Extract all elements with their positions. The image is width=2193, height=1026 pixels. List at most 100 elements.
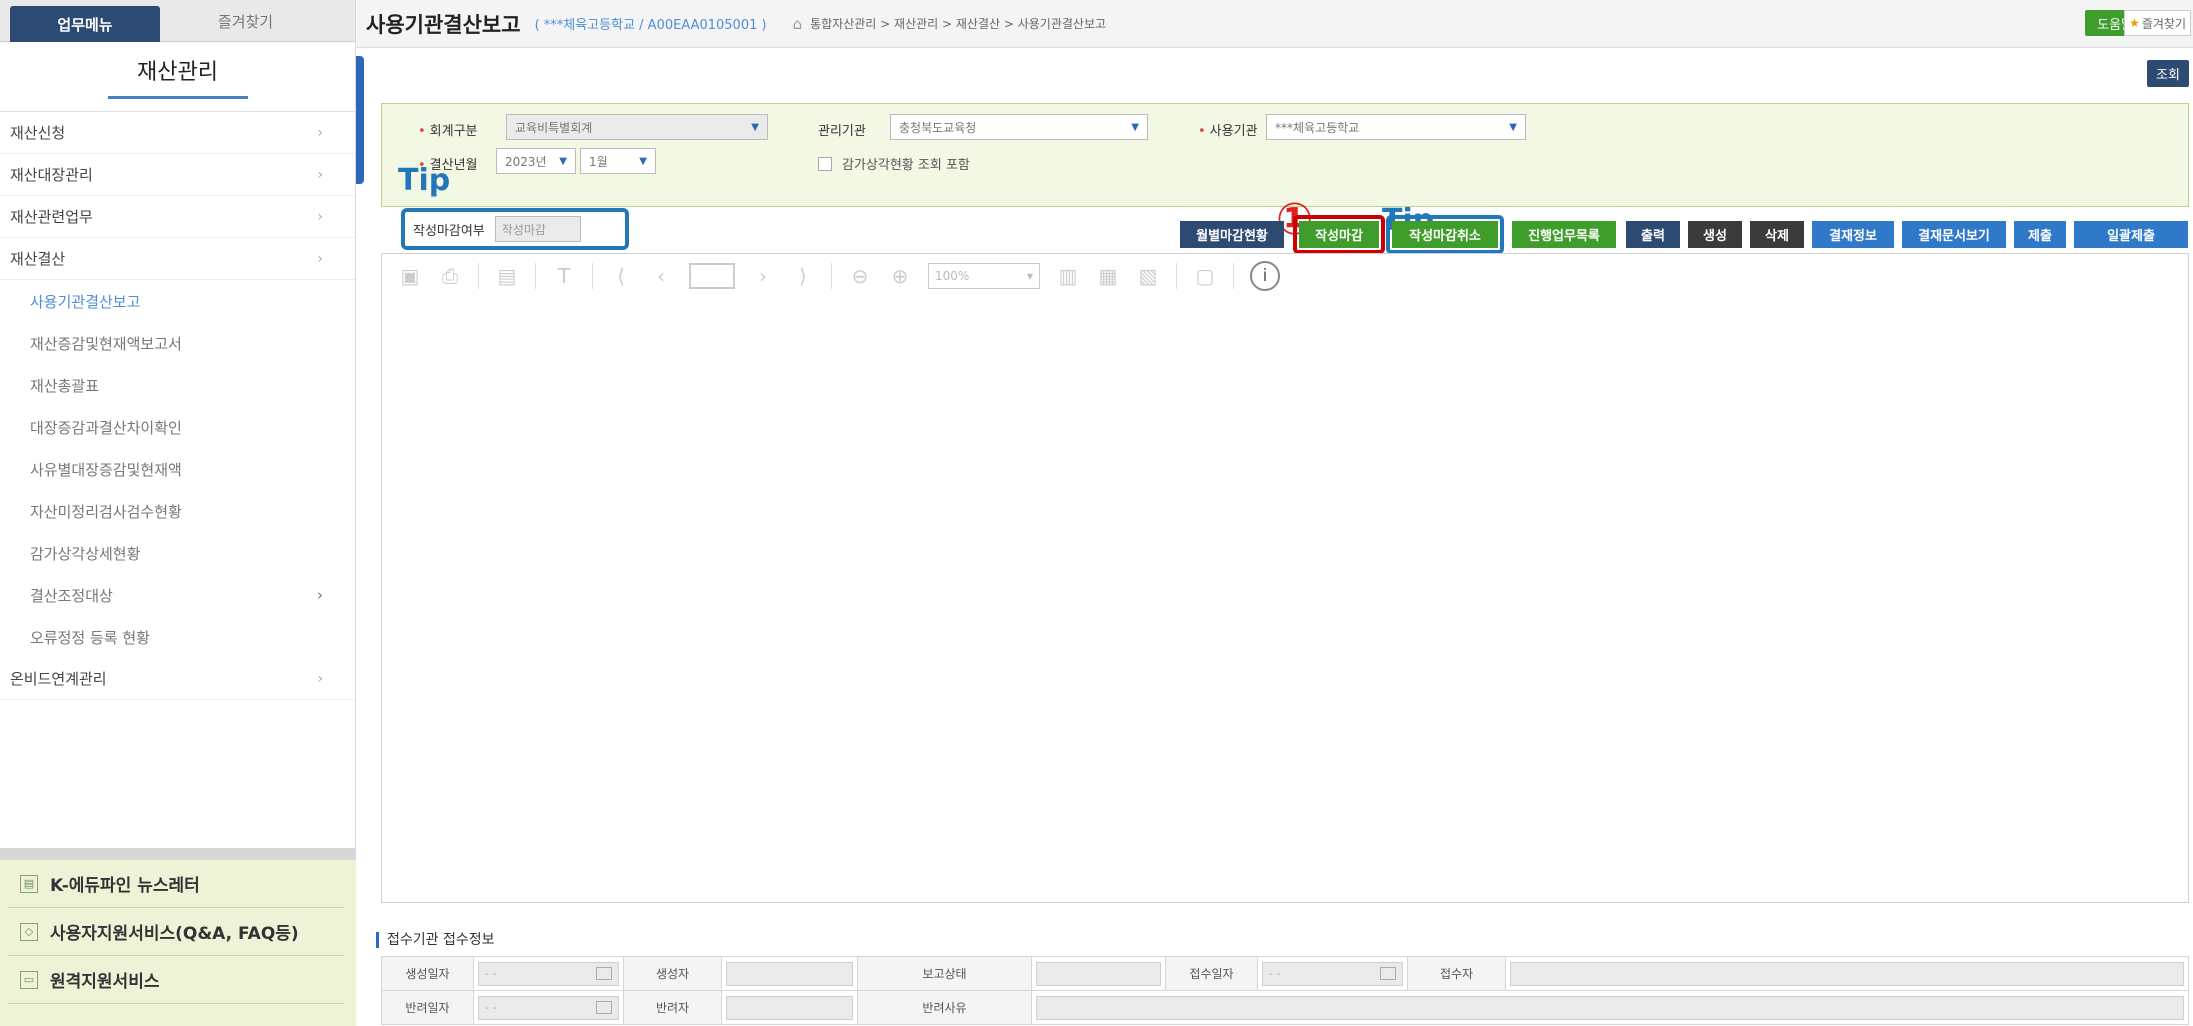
star-icon: ★ bbox=[2129, 16, 2140, 30]
return-date-cell: - - bbox=[473, 990, 624, 1025]
find-icon[interactable]: ▢ bbox=[1193, 264, 1217, 288]
user-support-label: 사용자지원서비스(Q&A, FAQ등) bbox=[50, 924, 299, 944]
export-icon[interactable]: ▤ bbox=[495, 264, 519, 288]
zoom-in-icon[interactable]: ⊕ bbox=[888, 264, 912, 288]
page-header: 사용기관결산보고 ( ***체육고등학교 / A00EAA0105001 ) ⌂… bbox=[356, 0, 2193, 48]
workflow-list-button[interactable]: 진행업무목록 bbox=[1512, 221, 1616, 248]
tip-annotation-left: Tip bbox=[398, 163, 451, 198]
chevron-down-icon: ▼ bbox=[1131, 121, 1139, 133]
sidebar-subitem[interactable]: 사유별대장증감및현재액 bbox=[0, 448, 355, 490]
return-date-label: 반려일자 bbox=[381, 990, 474, 1025]
home-icon[interactable]: ⌂ bbox=[793, 15, 803, 33]
text-icon[interactable]: T bbox=[552, 264, 576, 288]
menu-label: 재산증감및현재액보고서 bbox=[30, 334, 182, 353]
tab-work-menu[interactable]: 업무메뉴 bbox=[10, 6, 160, 42]
sidebar-item[interactable]: 재산관련업무 › bbox=[0, 196, 355, 238]
prev-page-icon[interactable]: ‹ bbox=[649, 264, 673, 288]
approval-doc-view-button[interactable]: 결재문서보기 bbox=[1902, 221, 2006, 248]
toolbar-separator bbox=[831, 263, 832, 289]
toolbar-separator bbox=[592, 263, 593, 289]
report-status-label: 보고상태 bbox=[857, 956, 1032, 991]
return-reason-cell bbox=[1031, 990, 2189, 1025]
depreciation-checkbox[interactable]: 감가상각현황 조회 포함 bbox=[818, 154, 970, 173]
page-layout-icon[interactable]: ▥ bbox=[1056, 264, 1080, 288]
filter-panel: • 회계구분 교육비특별회계 ▼ 관리기관 충청북도교육청 ▼ • 사용기관 ***체육… bbox=[381, 103, 2189, 207]
create-button[interactable]: 생성 bbox=[1688, 221, 1742, 248]
monthly-close-status-button[interactable]: 월별마감현황 bbox=[1180, 221, 1284, 248]
receipt-date-label: 접수일자 bbox=[1165, 956, 1258, 991]
year-select[interactable]: 2023년 ▼ bbox=[496, 148, 576, 174]
chevron-right-icon: › bbox=[317, 166, 323, 183]
sidebar-subitem[interactable]: 재산증감및현재액보고서 bbox=[0, 322, 355, 364]
month-select[interactable]: 1월 ▼ bbox=[580, 148, 656, 174]
sidebar-item[interactable]: 재산대장관리 › bbox=[0, 154, 355, 196]
info-icon[interactable]: i bbox=[1250, 261, 1280, 291]
sidebar-item[interactable]: 재산결산 › bbox=[0, 238, 355, 280]
zoom-select[interactable]: 100% ▾ bbox=[928, 263, 1040, 289]
sidebar-subitem[interactable]: 감가상각상세현황 bbox=[0, 532, 355, 574]
save-icon[interactable]: ▣ bbox=[398, 264, 422, 288]
receiver-cell bbox=[1505, 956, 2189, 991]
page-number-input[interactable] bbox=[689, 263, 735, 289]
sidebar-item[interactable]: 재산신청 › bbox=[0, 112, 355, 154]
approval-info-button[interactable]: 결재정보 bbox=[1812, 221, 1894, 248]
fit-page-icon[interactable]: ▧ bbox=[1136, 264, 1160, 288]
toolbar-separator bbox=[1176, 263, 1177, 289]
print-button[interactable]: 출력 bbox=[1626, 221, 1680, 248]
highlight-close-writing bbox=[1293, 215, 1385, 254]
newsletter-label: K-에듀파인 뉴스레터 bbox=[50, 876, 200, 896]
calendar-icon bbox=[596, 967, 612, 980]
tab-favorites[interactable]: 즐겨찾기 bbox=[168, 0, 323, 42]
toolbar-separator bbox=[1233, 263, 1234, 289]
sidebar-collapse-handle[interactable] bbox=[356, 56, 364, 184]
newsletter-link[interactable]: ▤ K-에듀파인 뉴스레터 bbox=[8, 860, 344, 908]
returner-cell bbox=[721, 990, 858, 1025]
chevron-right-icon: › bbox=[317, 124, 323, 141]
sidebar-subitem[interactable]: 재산총괄표 bbox=[0, 364, 355, 406]
bulk-submit-button[interactable]: 일괄제출 bbox=[2074, 221, 2188, 248]
return-date-input: - - bbox=[478, 995, 619, 1020]
menu-label: 재산신청 bbox=[10, 124, 66, 142]
delete-button[interactable]: 삭제 bbox=[1750, 221, 1804, 248]
sidebar-subitem[interactable]: 사용기관결산보고 bbox=[0, 280, 355, 322]
service-panel: ▤ K-에듀파인 뉴스레터 ◇ 사용자지원서비스(Q&A, FAQ등) ▭ 원격… bbox=[0, 860, 356, 1026]
search-button[interactable]: 조회 bbox=[2147, 60, 2189, 87]
add-favorite-button[interactable]: ★ 즐겨찾기 bbox=[2124, 10, 2191, 36]
newsletter-icon: ▤ bbox=[20, 874, 38, 893]
user-support-link[interactable]: ◇ 사용자지원서비스(Q&A, FAQ등) bbox=[8, 908, 344, 956]
fit-width-icon[interactable]: ▦ bbox=[1096, 264, 1120, 288]
report-status-input bbox=[1036, 961, 1161, 986]
next-page-icon[interactable]: › bbox=[751, 264, 775, 288]
depreciation-label: 감가상각현황 조회 포함 bbox=[842, 158, 970, 173]
menu-label: 오류정정 등록 현황 bbox=[30, 628, 150, 647]
submit-button[interactable]: 제출 bbox=[2014, 221, 2066, 248]
sidebar-subitem[interactable]: 대장증감과결산차이확인 bbox=[0, 406, 355, 448]
sidebar-title: 재산관리 bbox=[0, 42, 355, 112]
zoom-out-icon[interactable]: ⊖ bbox=[848, 264, 872, 288]
user-org-label: • 사용기관 bbox=[1198, 124, 1258, 139]
menu-label: 사용기관결산보고 bbox=[30, 292, 141, 311]
chevron-down-icon: ▼ bbox=[1509, 121, 1517, 133]
sidebar-subitem[interactable]: 오류정정 등록 현황 bbox=[0, 616, 355, 658]
print-icon[interactable]: ⎙ bbox=[438, 264, 462, 288]
sidebar-subitem[interactable]: 결산조정대상 › bbox=[0, 574, 355, 616]
creator-input bbox=[726, 961, 853, 986]
receiver-label: 접수자 bbox=[1407, 956, 1506, 991]
receipt-date-cell: - - bbox=[1257, 956, 1408, 991]
agency-select[interactable]: 충청북도교육청 ▼ bbox=[890, 114, 1148, 140]
user-org-select[interactable]: ***체육고등학교 ▼ bbox=[1266, 114, 1526, 140]
menu-label: 온비드연계관리 bbox=[10, 670, 107, 688]
close-status-label: 작성마감여부 bbox=[413, 223, 485, 239]
last-page-icon[interactable]: ⟩ bbox=[791, 264, 815, 288]
returner-label: 반려자 bbox=[623, 990, 722, 1025]
sidebar-item[interactable]: 온비드연계관리 › bbox=[0, 658, 355, 700]
sidebar-subitem[interactable]: 자산미정리검사검수현황 bbox=[0, 490, 355, 532]
menu-label: 결산조정대상 bbox=[30, 586, 113, 605]
first-page-icon[interactable]: ⟨ bbox=[609, 264, 633, 288]
chevron-right-icon: › bbox=[317, 208, 323, 225]
menu-label: 재산결산 bbox=[10, 250, 66, 268]
chevron-down-icon: ▾ bbox=[1026, 269, 1033, 283]
checkbox-box[interactable] bbox=[818, 156, 832, 171]
menu-label: 재산총괄표 bbox=[30, 376, 100, 395]
remote-support-link[interactable]: ▭ 원격지원서비스 bbox=[8, 956, 344, 1004]
